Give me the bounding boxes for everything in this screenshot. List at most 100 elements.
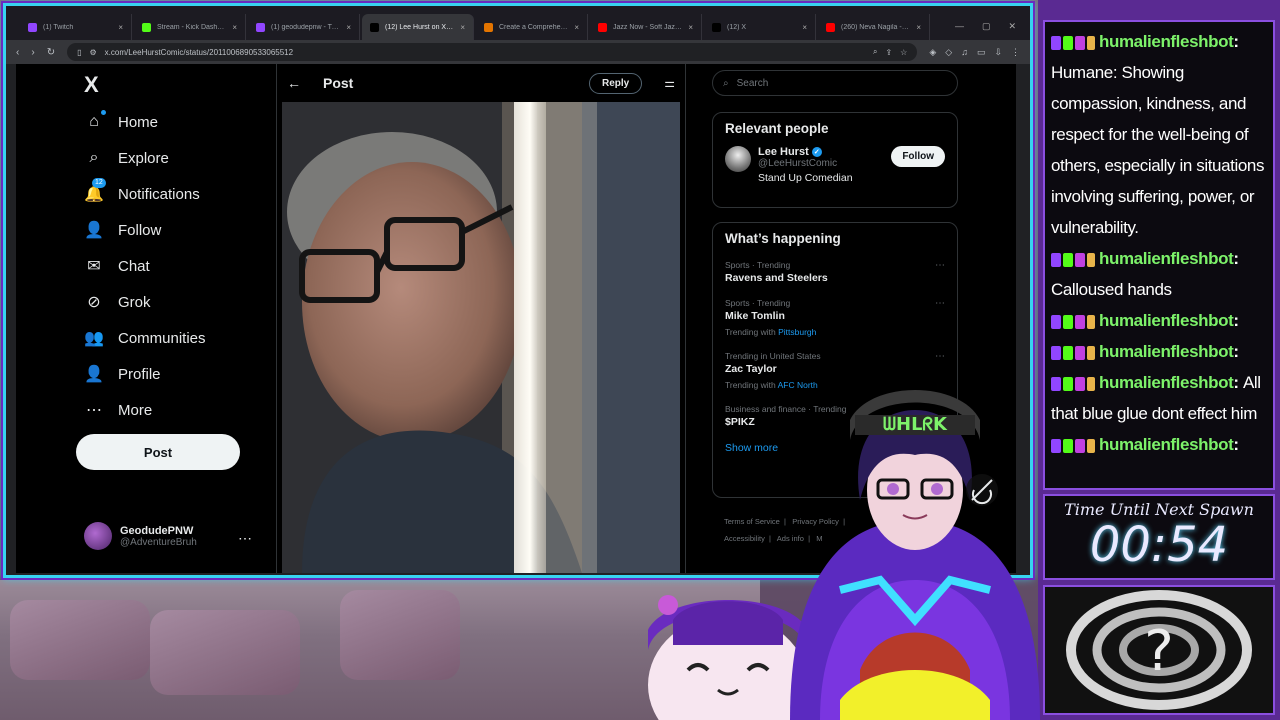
browser-tab[interactable]: (260) Neva Nagila - 1 Hou... ×: [818, 14, 930, 40]
person-handle: @LeeHurstComic: [758, 158, 838, 169]
maximize-icon[interactable]: ▢: [982, 21, 991, 32]
music-icon[interactable]: ♫: [961, 47, 968, 58]
chat-badges: [1051, 345, 1095, 360]
site-info-icon[interactable]: ⚙: [89, 48, 96, 57]
chat-username[interactable]: humalienfleshbot: [1099, 373, 1234, 392]
url-text: x.com/LeeHurstComic/status/2011006890533…: [104, 47, 294, 57]
relevant-people-panel: Relevant people Lee Hurst ✓ @LeeHurstCom…: [712, 112, 958, 208]
filter-icon[interactable]: ⚌: [664, 76, 675, 90]
close-icon[interactable]: ×: [916, 23, 921, 32]
zoom-icon[interactable]: ⌕: [873, 47, 877, 57]
more-icon[interactable]: ⋯: [935, 298, 945, 309]
chat-badges: [1051, 314, 1095, 329]
account-more-icon[interactable]: ⋯: [238, 530, 252, 547]
browser-tab[interactable]: (1) Twitch ×: [20, 14, 132, 40]
sidebar-item-label: More: [118, 401, 153, 419]
badge-icon: [1075, 252, 1085, 267]
chat-username[interactable]: humalienfleshbot: [1099, 342, 1234, 361]
sidebar-item-communities[interactable]: 👥 Communities: [84, 328, 206, 348]
close-icon[interactable]: ×: [688, 23, 693, 32]
tab-label: Stream - Kick Dashboard: [157, 23, 226, 31]
trend-item[interactable]: Sports · Trending Mike Tomlin Trending wit…: [713, 298, 957, 337]
trend-link[interactable]: Pittsburgh: [778, 327, 816, 337]
star-icon[interactable]: ☆: [900, 48, 907, 57]
sidebar-item-home[interactable]: ⌂ Home: [84, 110, 158, 132]
close-icon[interactable]: ×: [346, 23, 351, 32]
terms-link[interactable]: Terms of Service: [724, 517, 780, 526]
person-name: Lee Hurst ✓: [758, 146, 853, 158]
notification-badge: 12: [92, 178, 106, 188]
badge-icon: [1063, 314, 1073, 329]
browser-tab[interactable]: (1) geodudepnw - Twitch ×: [248, 14, 360, 40]
tab-favicon-icon: [142, 22, 151, 32]
follow-button[interactable]: Follow: [891, 146, 945, 167]
home-icon: ⌂: [84, 110, 106, 132]
post-photo: [282, 102, 680, 573]
sidebar-item-label: Communities: [118, 329, 206, 347]
sidebar-item-explore[interactable]: ⌕ Explore: [84, 148, 169, 168]
tab-favicon-icon: [598, 22, 607, 32]
post-image[interactable]: [282, 102, 680, 573]
browser-tab[interactable]: Stream - Kick Dashboard ×: [134, 14, 246, 40]
back-arrow-icon[interactable]: ←: [287, 75, 301, 91]
close-icon[interactable]: ×: [118, 23, 123, 32]
browser-tab[interactable]: (12) Lee Hurst on X: "BRE... ×: [362, 14, 474, 40]
browser-tab[interactable]: (12) X ×: [704, 14, 816, 40]
sidebar-icon[interactable]: ▭: [977, 47, 986, 58]
badge-icon: [1063, 438, 1073, 453]
reload-icon[interactable]: ↻: [47, 47, 55, 58]
close-icon[interactable]: ×: [802, 23, 807, 32]
reply-button[interactable]: Reply: [589, 72, 643, 94]
chat-username[interactable]: humalienfleshbot: [1099, 435, 1234, 454]
account-switcher[interactable]: GeodudePNW @AdventureBruh: [84, 522, 197, 550]
sidebar-item-grok[interactable]: ⊘ Grok: [84, 292, 150, 312]
x-logo-icon[interactable]: X: [84, 72, 99, 98]
close-icon[interactable]: ×: [232, 23, 237, 32]
chat-username[interactable]: humalienfleshbot: [1099, 311, 1234, 330]
search-input[interactable]: ⌕ Search: [712, 70, 958, 96]
sidebar-item-more[interactable]: ⋯ More: [84, 400, 152, 420]
chat-username[interactable]: humalienfleshbot: [1099, 249, 1234, 268]
person-bio: Stand Up Comedian: [758, 172, 853, 184]
close-icon[interactable]: ×: [574, 23, 579, 32]
chat-separator: :: [1233, 435, 1239, 454]
avatar: [84, 522, 112, 550]
browser-tab[interactable]: Create a Comprehensive tabl... ×: [476, 14, 588, 40]
trend-item[interactable]: Sports · Trending Ravens and Steelers ⋯: [713, 260, 957, 284]
sidebar-item-notifications[interactable]: 🔔 12 Notifications: [84, 178, 200, 204]
badge-icon: [1087, 35, 1095, 50]
tab-label: Create a Comprehensive tabl...: [499, 23, 568, 31]
extension-icon[interactable]: ◇: [945, 47, 952, 58]
post-button[interactable]: Post: [76, 434, 240, 470]
grok-icon: ⊘: [87, 294, 101, 311]
avatar[interactable]: [725, 146, 751, 172]
more-icon[interactable]: ⋯: [935, 260, 945, 271]
menu-icon[interactable]: ⋮: [1011, 47, 1020, 58]
person-card[interactable]: Lee Hurst ✓ @LeeHurstComic Stand Up Come…: [713, 136, 957, 194]
post-header: ← Post Reply ⚌: [277, 64, 685, 102]
extension-icon[interactable]: ◈: [929, 47, 936, 58]
close-window-icon[interactable]: ✕: [1008, 21, 1016, 32]
more-icon[interactable]: ⋯: [935, 351, 945, 362]
tab-label: (12) Lee Hurst on X: "BRE...: [385, 23, 454, 31]
accessibility-link[interactable]: Accessibility: [724, 534, 765, 543]
svg-text:ᗯᕼᒪᖇK: ᗯᕼᒪᖇK: [883, 414, 948, 435]
download-icon[interactable]: ⇩: [994, 47, 1002, 58]
sidebar-item-follow[interactable]: 👤 Follow: [84, 220, 161, 240]
more-circle-icon: ⋯: [86, 402, 102, 419]
share-icon[interactable]: ⇪: [885, 48, 892, 57]
back-icon[interactable]: ‹: [16, 47, 19, 58]
forward-icon[interactable]: ›: [31, 47, 34, 58]
browser-tab[interactable]: Jazz Now - Soft Jazz Music ×: [590, 14, 702, 40]
minimize-icon[interactable]: —: [955, 21, 964, 32]
sidebar-item-chat[interactable]: ✉ Chat: [84, 256, 149, 276]
tab-label: Jazz Now - Soft Jazz Music: [613, 23, 682, 31]
close-icon[interactable]: ×: [460, 23, 465, 32]
sidebar-item-label: Follow: [118, 221, 162, 239]
sidebar-item-profile[interactable]: 👤 Profile: [84, 364, 161, 384]
bookmark-icon[interactable]: ▯: [77, 48, 81, 57]
verified-icon: ✓: [811, 147, 822, 157]
url-field[interactable]: ▯ ⚙ x.com/LeeHurstComic/status/201100689…: [67, 43, 918, 61]
badge-icon: [1051, 35, 1061, 50]
chat-username[interactable]: humalienfleshbot: [1099, 32, 1234, 51]
